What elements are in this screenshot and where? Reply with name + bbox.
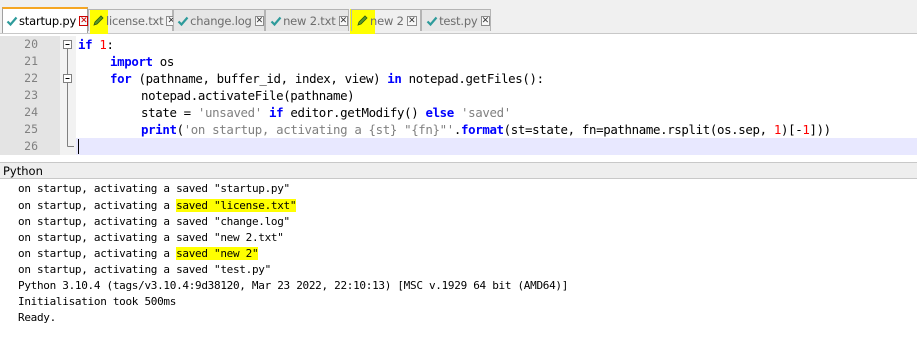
code-text: state = 'unsaved' if editor.getModify() …: [141, 105, 511, 120]
console-output[interactable]: on startup, activating a saved "startup.…: [0, 180, 917, 341]
tab-bar: startup.py ✕ license.txt ✕ change.log ✕ …: [0, 0, 917, 34]
code-text: import os: [110, 54, 175, 69]
tab-label: new 2: [370, 13, 404, 28]
fold-margin[interactable]: [60, 70, 76, 87]
code-line: 23 notepad.activateFile(pathname): [0, 87, 917, 104]
fold-collapse-icon: [63, 40, 72, 53]
line-number: 24: [0, 104, 60, 121]
tab-license-txt[interactable]: license.txt ✕: [88, 9, 176, 31]
tab-new-2-txt[interactable]: new 2.txt ✕: [265, 9, 349, 31]
line-number: 26: [0, 138, 60, 155]
code-line: 25 print('on startup, activating a {st} …: [0, 121, 917, 138]
close-icon[interactable]: ✕: [338, 15, 348, 26]
console-line: on startup, activating a saved "new 2": [18, 247, 259, 260]
fold-margin: [60, 138, 76, 155]
code-line: 22 for (pathname, buffer_id, index, view…: [0, 70, 917, 87]
tab-new-2[interactable]: new 2 ✕: [351, 9, 421, 31]
fold-margin: [60, 53, 76, 70]
tab-label: new 2.txt: [283, 13, 336, 28]
highlighted-text: saved "new 2": [176, 247, 259, 260]
console-line: on startup, activating a saved "new 2.tx…: [18, 231, 284, 244]
check-icon: [6, 14, 18, 28]
code-line: 21 import os: [0, 53, 917, 70]
check-icon: [269, 14, 282, 28]
code-text: if 1:: [78, 37, 114, 52]
code-line: 20 if 1:: [0, 36, 917, 53]
tab-label: license.txt: [106, 13, 164, 28]
tab-label: startup.py: [19, 14, 77, 28]
line-number: 23: [0, 87, 60, 104]
console-line: on startup, activating a saved "change.l…: [18, 215, 290, 228]
console-line: on startup, activating a saved "license.…: [18, 199, 297, 212]
pencil-icon: [92, 14, 105, 28]
tab-label: test.py: [439, 13, 478, 28]
pencil-icon: [355, 14, 369, 28]
tab-change-log[interactable]: change.log ✕: [173, 9, 265, 31]
fold-margin: [60, 104, 76, 121]
fold-collapse-icon: [63, 70, 72, 87]
tab-startup-py[interactable]: startup.py ✕: [2, 7, 89, 33]
check-icon: [425, 14, 438, 28]
console-title: Python: [0, 162, 917, 179]
code-text: print('on startup, activating a {st} "{f…: [141, 122, 831, 137]
code-line: 24 state = 'unsaved' if editor.getModify…: [0, 104, 917, 121]
console-line: on startup, activating a saved "startup.…: [18, 182, 290, 195]
tab-test-py[interactable]: test.py ✕: [421, 9, 491, 31]
fold-margin[interactable]: [60, 36, 76, 53]
line-number: 22: [0, 70, 60, 87]
tab-label: change.log: [190, 13, 252, 28]
close-icon[interactable]: ✕: [254, 15, 264, 26]
text-cursor: [78, 139, 79, 154]
code-text: notepad.activateFile(pathname): [141, 88, 355, 103]
current-line: 26: [0, 138, 917, 155]
close-icon[interactable]: ✕: [480, 15, 490, 26]
console-line: Ready.: [18, 311, 56, 324]
code-editor[interactable]: 20 if 1: 21 import os 22 for (pathname, …: [0, 34, 917, 157]
fold-margin: [60, 121, 76, 138]
highlighted-text: saved "license.txt": [176, 199, 297, 212]
close-icon[interactable]: ✕: [406, 15, 417, 26]
console-line: on startup, activating a saved "test.py": [18, 263, 271, 276]
console-line: Python 3.10.4 (tags/v3.10.4:9d38120, Mar…: [18, 279, 569, 292]
line-number: 20: [0, 36, 60, 53]
fold-margin: [60, 87, 76, 104]
code-text: for (pathname, buffer_id, index, view) i…: [110, 71, 544, 86]
console-line: Initialisation took 500ms: [18, 295, 177, 308]
check-icon: [177, 14, 189, 28]
line-number: 25: [0, 121, 60, 138]
line-number: 21: [0, 53, 60, 70]
